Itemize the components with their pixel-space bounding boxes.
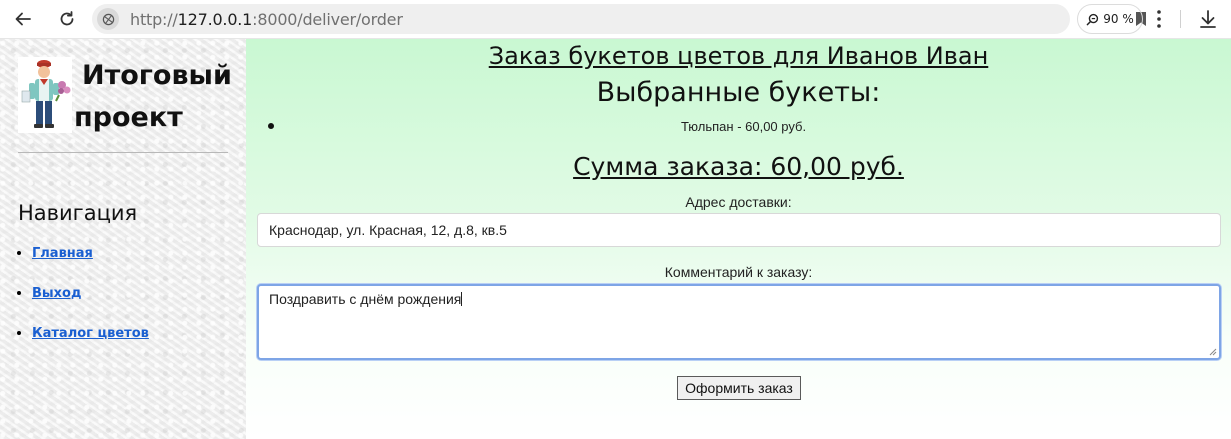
reload-button[interactable]	[54, 6, 80, 32]
list-item: Тюльпан - 60,00 руб.	[256, 119, 1231, 137]
url-host: 127.0.0.1	[177, 10, 253, 29]
toolbar-divider	[1180, 10, 1181, 28]
nav-link-catalog[interactable]: Каталог цветов	[32, 326, 149, 341]
comment-label: Комментарий к заказу:	[664, 264, 813, 280]
bouquet-list: Тюльпан - 60,00 руб.	[256, 119, 1231, 137]
text-caret	[461, 292, 463, 306]
site-title-line1: Итоговый	[82, 60, 232, 91]
nav-item-logout: Выход	[32, 284, 149, 324]
back-arrow-icon	[15, 12, 31, 26]
logo	[18, 57, 72, 133]
comment-text: Поздравить с днём рождения	[269, 291, 462, 307]
reload-icon	[60, 11, 74, 26]
address-bar[interactable]: http://127.0.0.1:8000/deliver/order	[92, 4, 1146, 34]
comment-textarea[interactable]: Поздравить с днём рождения	[257, 284, 1221, 360]
nav-link-home[interactable]: Главная	[32, 246, 93, 261]
nav-link-logout[interactable]: Выход	[32, 286, 81, 301]
address-label: Адрес доставки:	[685, 194, 792, 210]
main-content: Заказ букетов цветов для Иванов Иван Выб…	[246, 39, 1231, 439]
address-field[interactable]	[257, 213, 1221, 247]
nav-heading: Навигация	[18, 201, 138, 225]
site-title-line2: проект	[74, 102, 183, 133]
browser-toolbar: http://127.0.0.1:8000/deliver/order 90 %	[0, 0, 1231, 39]
nav-list: Главная Выход Каталог цветов	[32, 244, 149, 364]
site-info-icon	[102, 13, 114, 25]
url-text: http://127.0.0.1:8000/deliver/order	[130, 10, 403, 29]
url-path: :8000/deliver/order	[252, 10, 403, 29]
submit-order-button[interactable]: Оформить заказ	[677, 376, 801, 400]
download-icon[interactable]	[1197, 8, 1219, 30]
florist-logo-icon	[21, 60, 71, 128]
zoom-level: 90 %	[1103, 12, 1134, 26]
nav-item-home: Главная	[32, 244, 149, 284]
zoom-button[interactable]: 90 %	[1077, 4, 1143, 34]
zoom-icon	[1086, 13, 1099, 25]
page-title: Заказ букетов цветов для Иванов Иван	[488, 42, 989, 70]
list-bullet	[268, 123, 274, 129]
site-info-button[interactable]	[97, 8, 119, 30]
back-button[interactable]	[10, 6, 36, 32]
nav-item-catalog: Каталог цветов	[32, 324, 149, 364]
sidebar: Итоговый проект Навигация Главная Выход …	[0, 39, 246, 439]
resize-handle-icon[interactable]	[1209, 348, 1217, 356]
menu-dots-icon[interactable]	[1148, 7, 1170, 31]
selected-bouquets-heading: Выбранные букеты:	[596, 77, 881, 108]
sidebar-divider	[18, 152, 228, 153]
site-title: Итоговый проект	[74, 55, 234, 139]
url-prefix: http://	[130, 10, 178, 29]
order-total: Сумма заказа: 60,00 руб.	[573, 152, 904, 181]
bouquet-text: Тюльпан - 60,00 руб.	[680, 119, 807, 134]
